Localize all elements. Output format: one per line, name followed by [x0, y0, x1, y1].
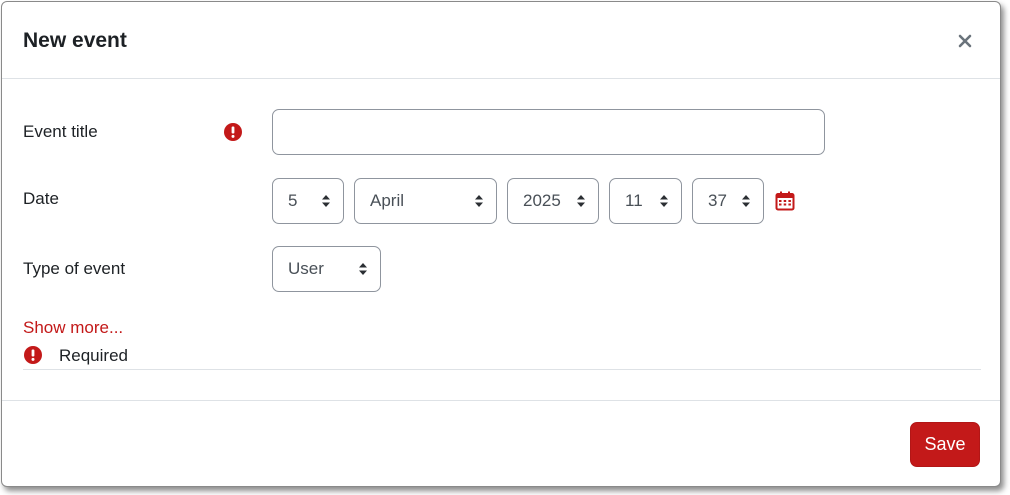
close-icon [958, 34, 972, 48]
day-select-value: 5 [288, 191, 298, 210]
day-select[interactable]: 5 [272, 178, 344, 224]
modal-header: New event [2, 2, 1000, 79]
required-note-text: Required [59, 346, 128, 365]
sort-arrows-icon [359, 263, 367, 275]
event-title-label: Event title [23, 122, 98, 141]
month-select-value: April [370, 191, 405, 210]
type-of-event-select[interactable]: User [272, 246, 381, 292]
year-select[interactable]: 2025 [507, 178, 599, 224]
type-of-event-label: Type of event [23, 259, 126, 278]
sort-arrows-icon [577, 195, 585, 207]
sort-arrows-icon [322, 195, 330, 207]
hour-select[interactable]: 11 [609, 178, 682, 224]
exclamation-circle-icon [24, 346, 42, 364]
exclamation-circle-icon [224, 123, 242, 141]
sort-arrows-icon [660, 195, 668, 207]
year-select-value: 2025 [523, 191, 561, 210]
form-divider [23, 369, 981, 370]
month-select[interactable]: April [354, 178, 497, 224]
modal-footer: Save [2, 400, 1000, 486]
event-title-input[interactable] [272, 109, 825, 155]
hour-select-value: 11 [625, 191, 643, 210]
date-label: Date [23, 189, 59, 208]
sort-arrows-icon [475, 195, 483, 207]
save-button[interactable]: Save [910, 422, 980, 467]
minute-select[interactable]: 37 [692, 178, 764, 224]
type-of-event-value: User [288, 259, 324, 278]
calendar-icon[interactable] [775, 191, 795, 211]
new-event-modal: New event Event title Date 5 April 2025 … [1, 1, 1001, 487]
show-more-link[interactable]: Show more... [23, 318, 123, 338]
close-button[interactable] [956, 32, 974, 50]
minute-select-value: 37 [708, 191, 727, 210]
sort-arrows-icon [742, 195, 750, 207]
modal-title: New event [23, 29, 127, 52]
